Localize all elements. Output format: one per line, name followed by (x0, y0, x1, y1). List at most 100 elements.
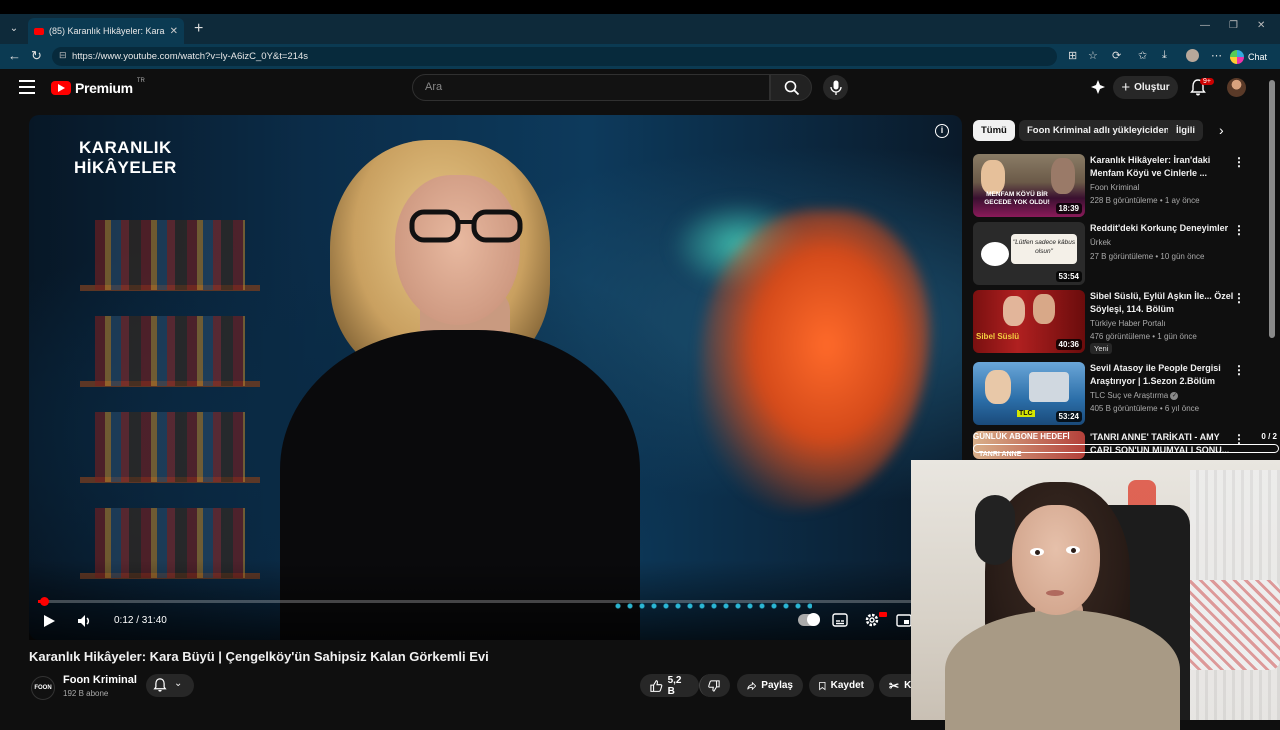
browser-tab-active[interactable]: (85) Karanlık Hikâyeler: Kara Büyü | Çen… (28, 18, 184, 44)
reload-icon[interactable]: ↻ (31, 48, 42, 64)
duration-badge: 18:39 (1055, 203, 1082, 214)
thumbnail[interactable]: TLC 53:24 (973, 362, 1085, 425)
miniplayer-button[interactable] (896, 614, 912, 632)
chip-all[interactable]: Tümü (973, 120, 1015, 141)
verified-check-icon: ✓ (1170, 391, 1179, 400)
url-text: https://www.youtube.com/watch?v=ly-A6izC… (72, 51, 309, 62)
app-available-icon[interactable]: ⊞ (1068, 49, 1077, 62)
account-avatar[interactable] (1227, 78, 1246, 97)
thumbnail[interactable]: MENFAM KÖYÜ BİR GECEDE YOK OLDU! 18:39 (973, 154, 1085, 217)
channel-avatar[interactable]: FOON (31, 676, 55, 700)
more-menu-icon[interactable]: ⋯ (1211, 49, 1222, 62)
related-video-4[interactable]: TLC 53:24 Sevil Atasoy ile People Dergis… (973, 362, 1263, 426)
tab-bar (0, 14, 1280, 44)
autoplay-toggle[interactable] (798, 613, 820, 626)
subscriber-goal-overlay: GÜNLÜK ABONE HEDEFİ 0 / 2 (973, 431, 1279, 455)
related-video-2[interactable]: "Lütfen sadece kâbus olsun" 53:54 Reddit… (973, 222, 1263, 286)
new-badge: Yeni (1090, 343, 1113, 354)
reddit-alien-icon (981, 242, 1009, 266)
thumbnail[interactable]: Sibel Süslü 40:36 (973, 290, 1085, 353)
related-video-1[interactable]: MENFAM KÖYÜ BİR GECEDE YOK OLDU! 18:39 K… (973, 154, 1263, 218)
thumbnail-face (985, 370, 1011, 404)
search-input[interactable]: Ara (412, 74, 770, 101)
streamer-mouth (1046, 590, 1064, 596)
minimize-icon[interactable]: — (1200, 20, 1210, 31)
tab-actions-chevron-icon[interactable]: ⌄ (6, 21, 22, 37)
related-title: Sibel Süslü, Eylül Aşkın İle... Özel Söy… (1090, 291, 1234, 314)
tab-close-icon[interactable]: ✕ (170, 26, 178, 37)
subtitles-icon (832, 613, 848, 627)
gemini-sparkle-icon[interactable] (1090, 79, 1106, 100)
dislike-button[interactable] (699, 674, 730, 697)
subscribed-notifications-button[interactable]: ⌄ (146, 674, 194, 697)
related-channel: Ürkek (1090, 238, 1111, 247)
page-scrollbar[interactable] (1269, 80, 1275, 338)
copilot-icon (1230, 49, 1244, 64)
create-button[interactable]: + Oluştur (1113, 76, 1178, 99)
time-display: 0:12 / 31:40 (114, 615, 167, 626)
downloads-icon[interactable]: ⤓ (1162, 49, 1167, 62)
share-label: Paylaş (761, 680, 793, 691)
save-button[interactable]: Kaydet (809, 674, 874, 697)
presenter-glasses (409, 209, 523, 243)
restore-icon[interactable]: ❐ (1229, 20, 1238, 31)
thumbnail-text: "Lütfen sadece kâbus olsun" (1011, 234, 1077, 264)
site-info-icon[interactable]: ⊟ (59, 50, 67, 61)
chip-related[interactable]: İlgili (1168, 120, 1203, 141)
info-icon[interactable]: i (935, 124, 949, 138)
more-actions-icon[interactable]: ⋮ (1233, 363, 1245, 377)
favorites-icon[interactable]: ✩ (1138, 49, 1147, 62)
streamer-eye (1066, 546, 1080, 554)
youtube-logo[interactable]: Premium TR (51, 78, 145, 96)
new-tab-button[interactable]: + (194, 20, 203, 38)
search-button[interactable] (770, 74, 812, 101)
presenter-face (395, 175, 520, 325)
more-actions-icon[interactable]: ⋮ (1233, 223, 1245, 237)
back-icon[interactable]: ← (8, 48, 21, 63)
clip-label: K (904, 680, 911, 691)
thumbnail-text: TLC (1017, 410, 1035, 417)
overlay-title-line1: KARANLIK (78, 138, 172, 157)
like-button[interactable]: 5,2 B (640, 674, 699, 697)
hd-badge (879, 612, 887, 617)
chip-from-uploader[interactable]: Foon Kriminal adlı yükleyiciden (1019, 120, 1178, 141)
related-meta: 476 görüntüleme • 1 gün önce (1090, 332, 1197, 341)
play-icon (44, 615, 55, 627)
related-meta: 405 B görüntüleme • 6 yıl önce (1090, 404, 1200, 413)
subtitles-button[interactable] (832, 613, 848, 632)
video-overlay-brand: KARANLIK HİKÂYELER (74, 138, 177, 178)
thumbnail-text: Sibel Süslü (976, 332, 1020, 341)
thumbnail[interactable]: "Lütfen sadece kâbus olsun" 53:54 (973, 222, 1085, 285)
books-scene (95, 220, 245, 580)
hamburger-menu-icon[interactable] (19, 80, 35, 94)
play-button[interactable] (43, 614, 56, 633)
related-channel: Türkiye Haber Portalı (1090, 319, 1166, 328)
address-bar[interactable]: ⊟ https://www.youtube.com/watch?v=ly-A6i… (52, 47, 1057, 66)
scrubber-handle[interactable] (40, 597, 49, 606)
share-button[interactable]: Paylaş (737, 674, 803, 697)
copilot-chat-button[interactable]: Chat (1230, 48, 1267, 65)
related-video-3[interactable]: Sibel Süslü 40:36 Sibel Süslü, Eylül Aşk… (973, 290, 1263, 354)
voice-search-button[interactable] (823, 75, 848, 100)
more-actions-icon[interactable]: ⋮ (1233, 155, 1245, 169)
clip-button[interactable]: ✂ K (879, 674, 911, 697)
thumbnail-photo (1029, 372, 1069, 402)
chips-next-icon[interactable]: › (1219, 122, 1224, 138)
create-label: Oluştur (1134, 82, 1170, 93)
more-actions-icon[interactable]: ⋮ (1233, 291, 1245, 305)
volume-button[interactable] (76, 613, 92, 634)
extensions-icon[interactable]: ⟳ (1112, 49, 1121, 62)
save-label: Kaydet (830, 680, 864, 691)
thumbs-down-icon (708, 679, 720, 692)
profile-avatar[interactable] (1186, 49, 1199, 62)
window-top-strip (0, 0, 1280, 14)
microphone-icon (829, 80, 842, 95)
channel-name[interactable]: Foon Kriminal (63, 674, 137, 686)
window-close-icon[interactable]: ✕ (1257, 20, 1265, 31)
related-title: Karanlık Hikâyeler: İran'daki Menfam Köy… (1090, 155, 1211, 178)
goal-count: 0 / 2 (1261, 432, 1277, 441)
progress-bar[interactable] (38, 600, 914, 603)
favorite-star-icon[interactable]: ☆ (1088, 49, 1098, 62)
settings-button[interactable] (864, 612, 880, 633)
gear-icon (865, 613, 879, 627)
